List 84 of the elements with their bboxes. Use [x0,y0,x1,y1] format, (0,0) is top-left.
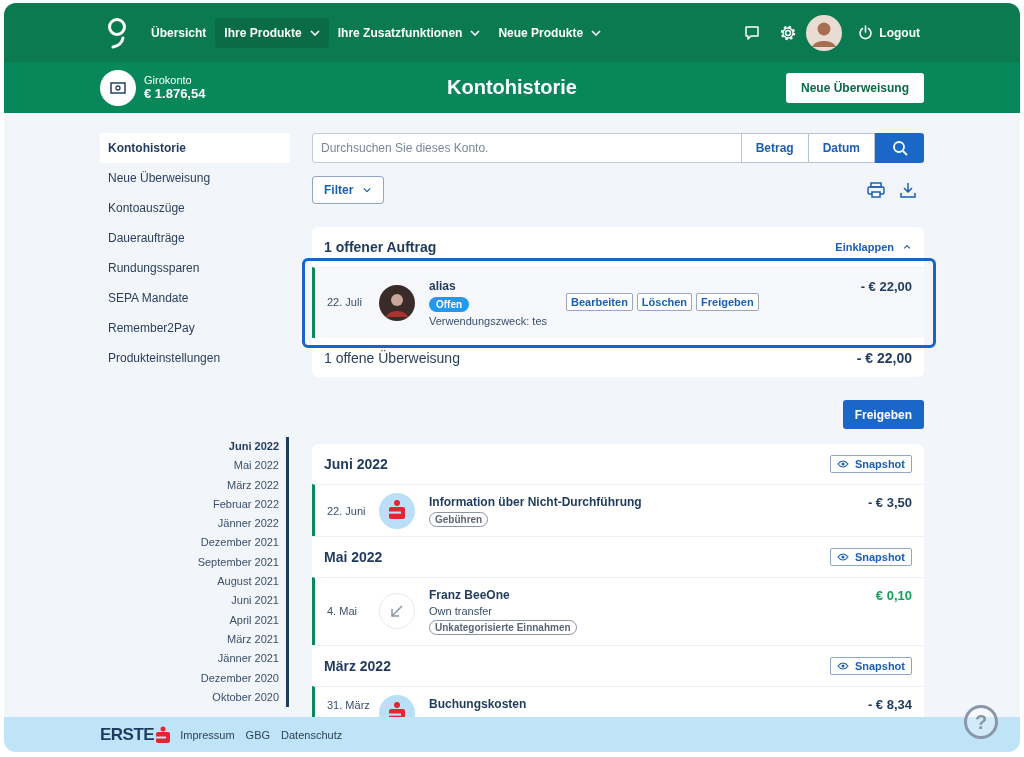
power-icon [858,25,874,40]
sidebar-item[interactable]: Daueraufträge [100,223,290,253]
timeline-month[interactable]: April 2021 [229,610,289,630]
bank-logo-icon [379,493,415,529]
logo-icon[interactable] [106,16,128,49]
footer-link[interactable]: GBG [245,728,271,741]
sidebar-item[interactable]: SEPA Mandate [100,283,290,313]
eye-icon [836,460,849,468]
print-icon[interactable] [867,182,885,198]
action-button[interactable]: Freigeben [696,293,759,311]
snapshot-button[interactable]: Snapshot [829,657,912,675]
footer-link[interactable]: Impressum [180,728,235,741]
action-button[interactable]: Löschen [636,293,693,311]
timeline-month[interactable]: Jänner 2022 [217,514,289,534]
account-balance: € 1.876,54 [144,86,206,101]
filter-button[interactable]: Datum [807,133,875,163]
chat-icon[interactable] [743,23,762,42]
transaction-date: 31. März [326,698,371,713]
release-button[interactable]: Freigeben [842,400,924,429]
chevron-down-icon [363,187,372,193]
settings-icon[interactable] [779,23,798,42]
nav-item[interactable]: Ihre Zusatzfunktionen [328,17,490,48]
timeline-month[interactable]: August 2021 [217,572,289,592]
transaction-title: Information über Nicht-Durchführung [429,495,643,509]
transaction-date: 22. Juni [326,504,367,519]
transaction-name: alias [429,279,457,293]
sidebar-item[interactable]: Produkteinstellungen [100,343,290,373]
timeline-month[interactable]: September 2021 [197,552,289,573]
download-icon[interactable] [900,182,916,198]
transaction-title: Franz BeeOne [429,588,511,602]
new-transfer-button[interactable]: Neue Überweisung [785,72,924,103]
transaction-subtitle: Own transfer [429,605,493,617]
sidebar-item[interactable]: Kontohistorie [100,133,290,163]
summary-amount: - € 22,00 [856,349,912,366]
banknote-icon [100,69,136,106]
timeline-month[interactable]: März 2021 [227,629,289,650]
transaction-title: Buchungskosten [429,697,528,711]
transaction-amount: € 0,10 [875,587,913,605]
summary-label: 1 offene Überweisung [324,349,460,366]
footer-link[interactable]: Datenschutz [281,728,343,741]
transaction-amount: - € 22,00 [860,278,913,296]
transaction-amount: - € 8,34 [867,696,913,714]
brand-logo[interactable]: ERSTE [100,724,171,745]
sidebar-item[interactable]: Remember2Pay [100,313,290,343]
avatar-icon [379,285,415,321]
timeline-month[interactable]: Dezember 2021 [200,533,289,553]
avatar-icon[interactable] [806,14,843,51]
transaction-date: 22. Juli [326,295,363,310]
action-button[interactable]: Bearbeiten [566,293,633,311]
logout-button[interactable]: Logout [858,25,920,40]
timeline-month[interactable]: Mai 2022 [233,456,289,476]
search-icon [891,140,908,156]
nav-item[interactable]: Neue Produkte [489,17,611,48]
timeline-month[interactable]: Dezember 2020 [200,668,289,688]
timeline-month[interactable]: Februar 2022 [212,494,289,515]
snapshot-button[interactable]: Snapshot [829,455,912,473]
timeline-month[interactable]: Juni 2021 [231,591,289,611]
month-heading: März 2022 [324,658,391,674]
search-button[interactable] [875,133,924,163]
timeline-month[interactable]: Jänner 2021 [217,649,289,669]
timeline-month[interactable]: Oktober 2020 [212,687,289,708]
nav-item[interactable]: Übersicht [142,17,216,48]
search-field[interactable]: Durchsuchen Sie dieses Konto. [312,133,742,163]
nav-item[interactable]: Ihre Produkte [215,17,329,48]
month-heading: Mai 2022 [324,549,383,565]
collapse-link[interactable]: Einklappen [835,241,912,253]
status-badge: Offen [429,297,470,312]
timeline-month[interactable]: Juni 2022 [228,437,289,457]
sidebar-item[interactable]: Kontoauszüge [100,193,290,223]
transaction-date: 4. Mai [326,604,358,619]
transaction-amount: - € 3,50 [867,494,913,512]
snapshot-button[interactable]: Snapshot [829,548,912,566]
eye-icon [836,662,849,670]
page-title: Kontohistorie [446,76,578,99]
eye-icon [836,553,849,561]
section-title: 1 offener Auftrag [324,239,437,255]
timeline-month[interactable]: März 2022 [227,475,289,495]
sidebar-item[interactable]: Neue Überweisung [100,163,290,193]
filter-button[interactable]: Betrag [740,133,809,163]
month-heading: Juni 2022 [324,456,388,472]
sidebar-item[interactable]: Rundungssparen [100,253,290,283]
account-name: Girokonto [144,74,193,86]
filter-dropdown[interactable]: Filter [312,176,385,204]
transaction-purpose: Verwendungszweck: tes [429,315,548,327]
